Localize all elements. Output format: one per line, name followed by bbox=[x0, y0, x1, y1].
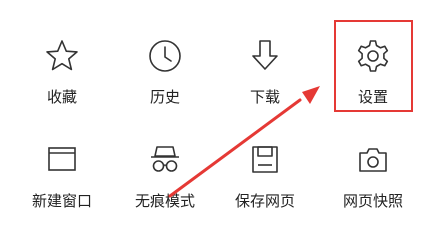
menu-item-label: 保存网页 bbox=[234, 192, 295, 210]
menu-item-label: 网页快照 bbox=[342, 192, 403, 210]
menu-item-history[interactable]: 历史 bbox=[115, 36, 215, 126]
menu-item-incognito[interactable]: 无痕模式 bbox=[115, 140, 215, 230]
window-icon bbox=[42, 140, 82, 180]
menu-item-label: 下载 bbox=[249, 88, 280, 106]
floppy-disk-icon bbox=[245, 140, 285, 180]
clock-icon bbox=[145, 36, 185, 76]
star-icon bbox=[42, 36, 82, 76]
incognito-icon bbox=[145, 140, 185, 180]
menu-item-favorites[interactable]: 收藏 bbox=[12, 36, 112, 126]
menu-item-label: 无痕模式 bbox=[134, 192, 195, 210]
menu-item-new-window[interactable]: 新建窗口 bbox=[12, 140, 112, 230]
camera-icon bbox=[353, 140, 393, 180]
download-arrow-icon bbox=[245, 36, 285, 76]
menu-item-label: 收藏 bbox=[46, 88, 77, 106]
menu-item-save-page[interactable]: 保存网页 bbox=[215, 140, 315, 230]
menu-item-download[interactable]: 下载 bbox=[215, 36, 315, 126]
menu-item-label: 新建窗口 bbox=[31, 192, 92, 210]
menu-item-label: 历史 bbox=[149, 88, 180, 106]
menu-item-screenshot[interactable]: 网页快照 bbox=[323, 140, 423, 230]
settings-highlight-box bbox=[334, 20, 413, 112]
